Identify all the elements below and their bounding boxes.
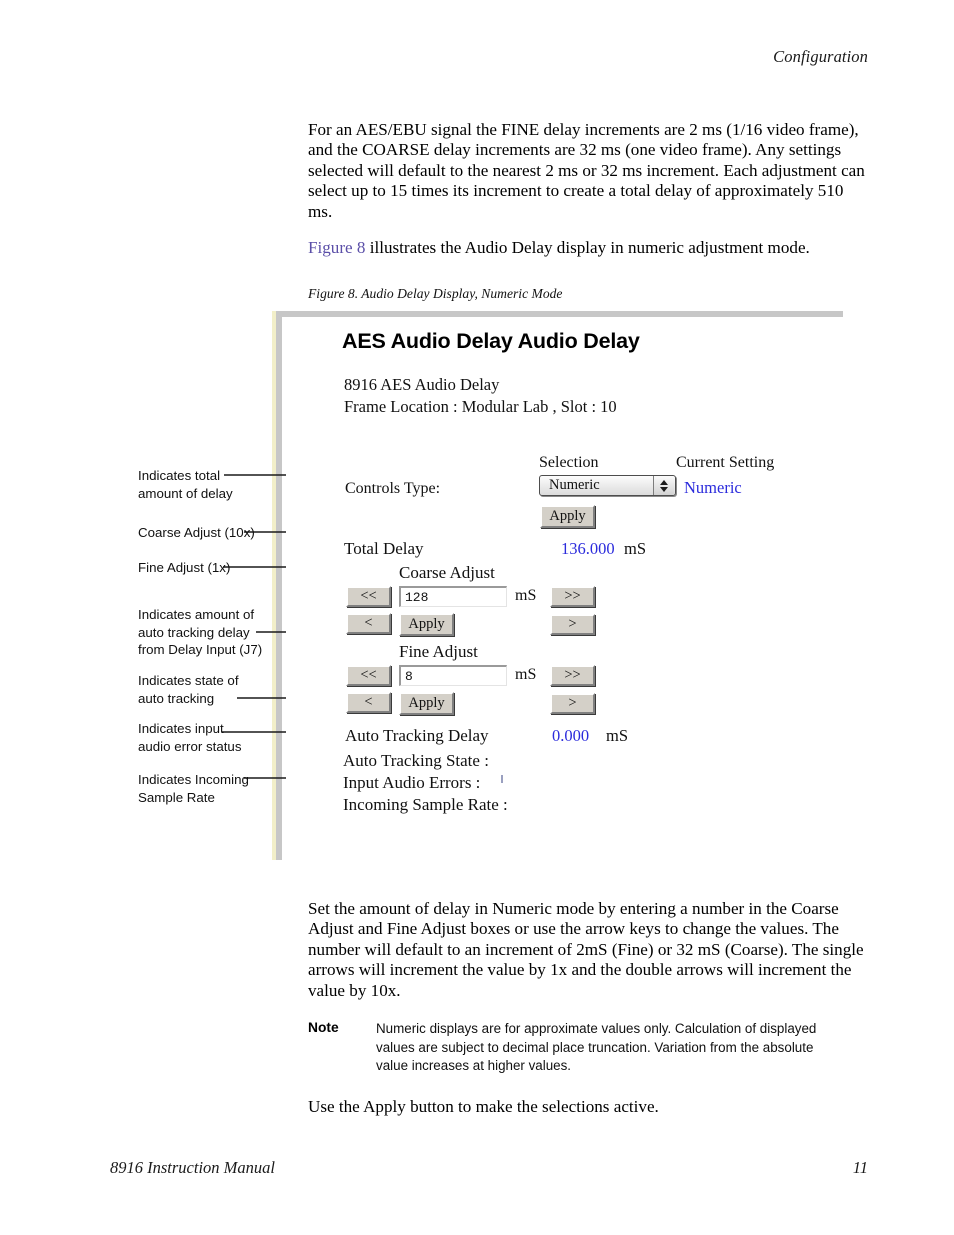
callout-auto-tracking-amount-line3: from Delay Input (J7) [138,642,263,658]
column-header-selection: Selection [539,454,599,471]
callout-auto-tracking-amount-line1: Indicates amount of [138,607,255,622]
paragraph-2: Figure 8 illustrates the Audio Delay dis… [308,238,870,258]
callout-auto-tracking-state: Indicates state of auto tracking [138,672,239,707]
controls-type-label: Controls Type: [345,480,441,497]
total-delay-value: 136.000 [561,539,615,558]
figure-reference-paragraph: Figure 8 illustrates the Audio Delay dis… [308,238,870,258]
panel-subtitle-model: 8916 AES Audio Delay [344,375,500,394]
callout-auto-tracking-state-line2: auto tracking [138,690,215,706]
callout-total-delay-line2: amount of delay [138,485,233,501]
footer-manual-title: 8916 Instruction Manual [110,1158,275,1177]
fine-adjust-input[interactable] [399,665,507,686]
fine-decrement-x10-button[interactable]: << [346,665,391,686]
callout-incoming-sample-rate-line1: Indicates Incoming [138,772,249,787]
callout-coarse-adjust: Coarse Adjust (10x) [138,524,255,542]
figure-8-link[interactable]: Figure 8 [308,238,365,257]
coarse-adjust-unit: mS [515,587,537,604]
controls-type-select[interactable]: Numeric [539,475,676,496]
callout-fine-adjust: Fine Adjust (1x) [138,559,230,577]
incoming-sample-rate-label: Incoming Sample Rate : [343,795,508,814]
coarse-decrement-x1-button[interactable]: < [346,613,391,634]
chevron-up-icon [660,479,668,485]
paragraph-4: Use the Apply button to make the selecti… [308,1097,659,1116]
auto-tracking-delay-unit: mS [606,726,629,745]
controls-type-selected-value: Numeric [549,477,600,493]
coarse-increment-x10-button[interactable]: >> [550,586,595,607]
updown-arrows-icon[interactable] [653,476,674,495]
column-header-current-setting: Current Setting [676,454,775,471]
coarse-increment-x1-button[interactable]: > [550,614,595,635]
paragraph-2-rest: illustrates the Audio Delay display in n… [365,238,810,257]
total-delay-label: Total Delay [344,539,424,558]
fine-adjust-unit: mS [515,666,537,683]
callout-fine-adjust-line1: Fine Adjust (1x) [138,560,231,575]
note-text: Numeric displays are for approximate val… [376,1021,817,1074]
coarse-adjust-apply-button[interactable]: Apply [399,613,454,636]
note-label: Note [308,1020,339,1035]
running-header: Configuration [773,47,868,66]
fine-adjust-group-label: Fine Adjust [399,642,478,661]
aes-audio-delay-web-panel: AES Audio Delay Audio Delay 8916 AES Aud… [286,317,843,837]
footer-page-number: 11 [852,1158,868,1177]
callout-incoming-sample-rate-line2: Sample Rate [138,789,215,805]
callout-input-audio-errors-line1: Indicates input [138,721,224,736]
input-audio-errors-value-artifact [501,775,503,783]
panel-subtitle-location: Frame Location : Modular Lab , Slot : 10 [344,397,617,416]
closing-paragraph-block: Use the Apply button to make the selecti… [308,1097,870,1117]
auto-tracking-delay-label: Auto Tracking Delay [345,726,489,745]
paragraph-3: Set the amount of delay in Numeric mode … [308,899,864,1000]
callout-incoming-sample-rate: Indicates Incoming Sample Rate [138,771,249,806]
figure-8-container: Indicates total amount of delay Coarse Ad… [0,300,954,890]
fine-adjust-apply-button[interactable]: Apply [399,692,454,715]
callout-coarse-adjust-line1: Coarse Adjust (10x) [138,525,255,540]
callout-input-audio-errors: Indicates input audio error status [138,720,241,755]
callout-auto-tracking-state-line1: Indicates state of [138,673,239,688]
callout-total-delay-line1: Indicates total [138,468,221,483]
coarse-adjust-input[interactable] [399,586,507,607]
input-audio-errors-label: Input Audio Errors : [343,773,481,792]
panel-title: AES Audio Delay Audio Delay [342,329,640,353]
paragraph-1: For an AES/EBU signal the FINE delay inc… [308,120,865,221]
fine-increment-x10-button[interactable]: >> [550,665,595,686]
chevron-down-icon [660,486,668,492]
fine-increment-x1-button[interactable]: > [550,693,595,714]
controls-type-apply-button[interactable]: Apply [540,505,595,528]
auto-tracking-state-label: Auto Tracking State : [343,751,489,770]
callout-input-audio-errors-line2: audio error status [138,738,242,754]
total-delay-unit: mS [624,539,647,558]
callout-total-delay: Indicates total amount of delay [138,467,233,502]
coarse-adjust-group-label: Coarse Adjust [399,563,495,582]
callout-auto-tracking-amount-line2: auto tracking delay [138,624,250,640]
intro-paragraph-block: For an AES/EBU signal the FINE delay inc… [308,120,870,222]
fine-decrement-x1-button[interactable]: < [346,692,391,713]
usage-paragraph-block: Set the amount of delay in Numeric mode … [308,899,870,1001]
callout-auto-tracking-amount: Indicates amount of auto tracking delay fr… [138,606,262,659]
figure-frame-left-gray-bar [276,311,282,860]
controls-type-current-value: Numeric [684,478,742,497]
coarse-decrement-x10-button[interactable]: << [346,586,391,607]
auto-tracking-delay-value: 0.000 [552,726,590,745]
